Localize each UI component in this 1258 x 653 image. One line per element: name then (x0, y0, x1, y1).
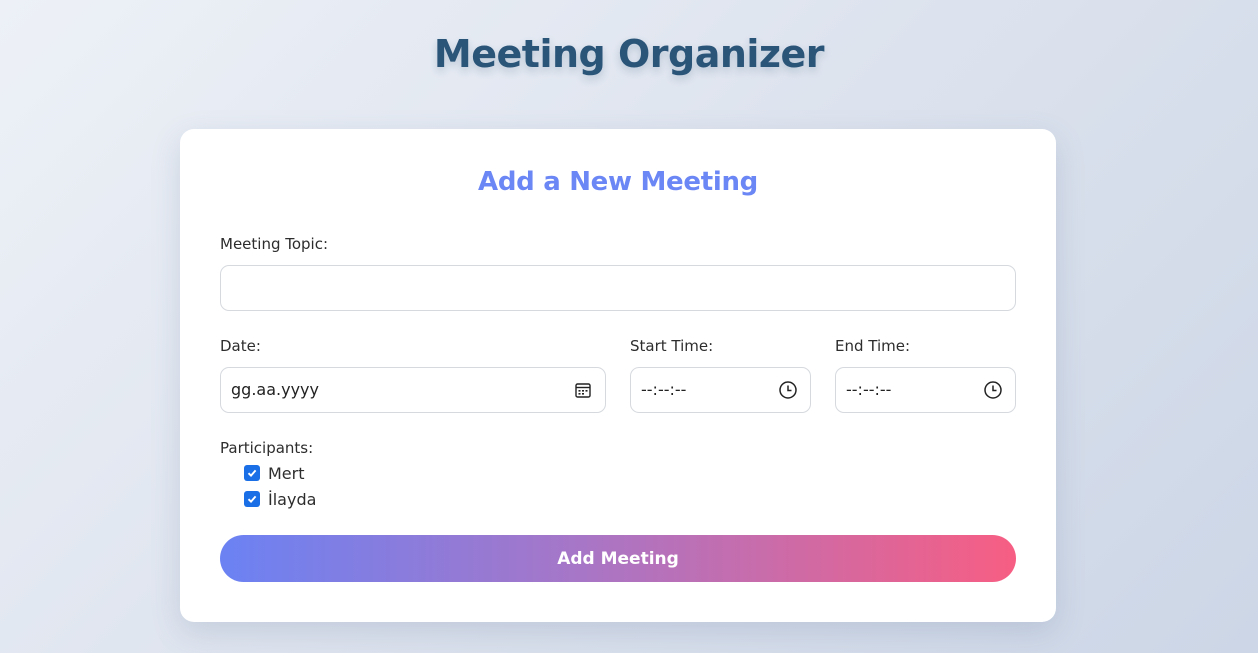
participant-checkbox[interactable] (244, 491, 260, 507)
start-time-input[interactable]: --:--:-- (630, 367, 811, 413)
topic-label: Meeting Topic: (220, 235, 329, 253)
participants-label: Participants: (220, 439, 314, 457)
participant-name: Mert (268, 463, 305, 483)
end-time-label: End Time: (835, 337, 911, 355)
date-label: Date: (220, 337, 261, 355)
date-placeholder: gg.aa.yyyy (231, 380, 319, 399)
calendar-icon[interactable] (573, 380, 593, 400)
start-time-label: Start Time: (630, 337, 714, 355)
topic-input[interactable] (220, 265, 1016, 311)
end-time-input[interactable]: --:--:-- (835, 367, 1016, 413)
participant-item[interactable]: Mert (244, 463, 305, 483)
start-time-placeholder: --:--:-- (641, 380, 687, 399)
date-input[interactable]: gg.aa.yyyy (220, 367, 606, 413)
form-title: Add a New Meeting (478, 167, 758, 197)
end-time-placeholder: --:--:-- (846, 380, 892, 399)
add-meeting-button[interactable]: Add Meeting (220, 535, 1016, 582)
participant-checkbox[interactable] (244, 465, 260, 481)
page-title: Meeting Organizer (433, 32, 825, 76)
participant-name: İlayda (268, 489, 317, 509)
participant-item[interactable]: İlayda (244, 489, 316, 509)
clock-icon[interactable] (983, 380, 1003, 400)
clock-icon[interactable] (778, 380, 798, 400)
meeting-form-card: Add a New Meeting Meeting Topic: Date: g… (180, 129, 1056, 622)
